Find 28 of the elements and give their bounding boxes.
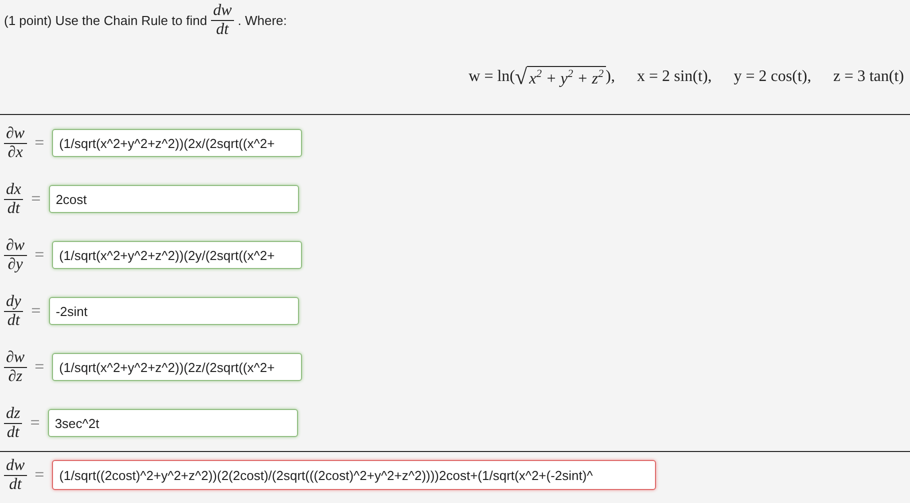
equals-sign: = (31, 301, 41, 321)
answer-field[interactable]: -2sint (48, 297, 299, 325)
equals-sign: = (34, 357, 44, 377)
answer-field[interactable]: (1/sqrt(x^2+y^2+z^2))(2x/(2sqrt((x^2+ (52, 129, 302, 157)
equals-sign: = (30, 413, 40, 433)
prompt-text: . Where: (238, 12, 287, 28)
equals-sign: = (34, 465, 44, 485)
equation: z = 3 tan(t) (833, 68, 904, 86)
equals-sign: = (34, 245, 44, 265)
derivative-fraction: ∂w ∂z (4, 348, 27, 386)
derivative-fraction: dw dt (211, 2, 234, 38)
prompt-text: (1 point) Use the Chain Rule to find (4, 12, 208, 28)
answer-field[interactable]: (1/sqrt(x^2+y^2+z^2))(2z/(2sqrt((x^2+ (52, 353, 302, 381)
derivative-fraction: ∂w ∂y (4, 236, 27, 274)
answer-field[interactable]: (1/sqrt((2cost)^2+y^2+z^2))(2(2cost)/(2sqrt(((2cost)^2+y^2+z^2))))2cost+(1/sqrt(x^2+(-2sint)^ (52, 460, 656, 490)
equals-sign: = (34, 133, 44, 153)
equation: w = ln(√x$^{2}$ + y$^{2}$ + z$^{2}$), (468, 64, 615, 90)
derivative-fraction: dz dt (4, 404, 22, 442)
derivative-fraction: dw dt (4, 456, 27, 494)
derivative-fraction: dy dt (4, 292, 24, 330)
equation: y = 2 cos(t), (734, 68, 812, 86)
derivative-fraction: ∂w ∂x (4, 124, 27, 162)
equals-sign: = (31, 189, 41, 209)
answer-field[interactable]: (1/sqrt(x^2+y^2+z^2))(2y/(2sqrt((x^2+ (52, 241, 302, 269)
derivative-fraction: dx dt (4, 180, 24, 218)
answer-field[interactable]: 3sec^2t (48, 409, 298, 437)
equation: x = 2 sin(t), (636, 68, 712, 86)
answer-field[interactable]: 2cost (48, 185, 299, 213)
